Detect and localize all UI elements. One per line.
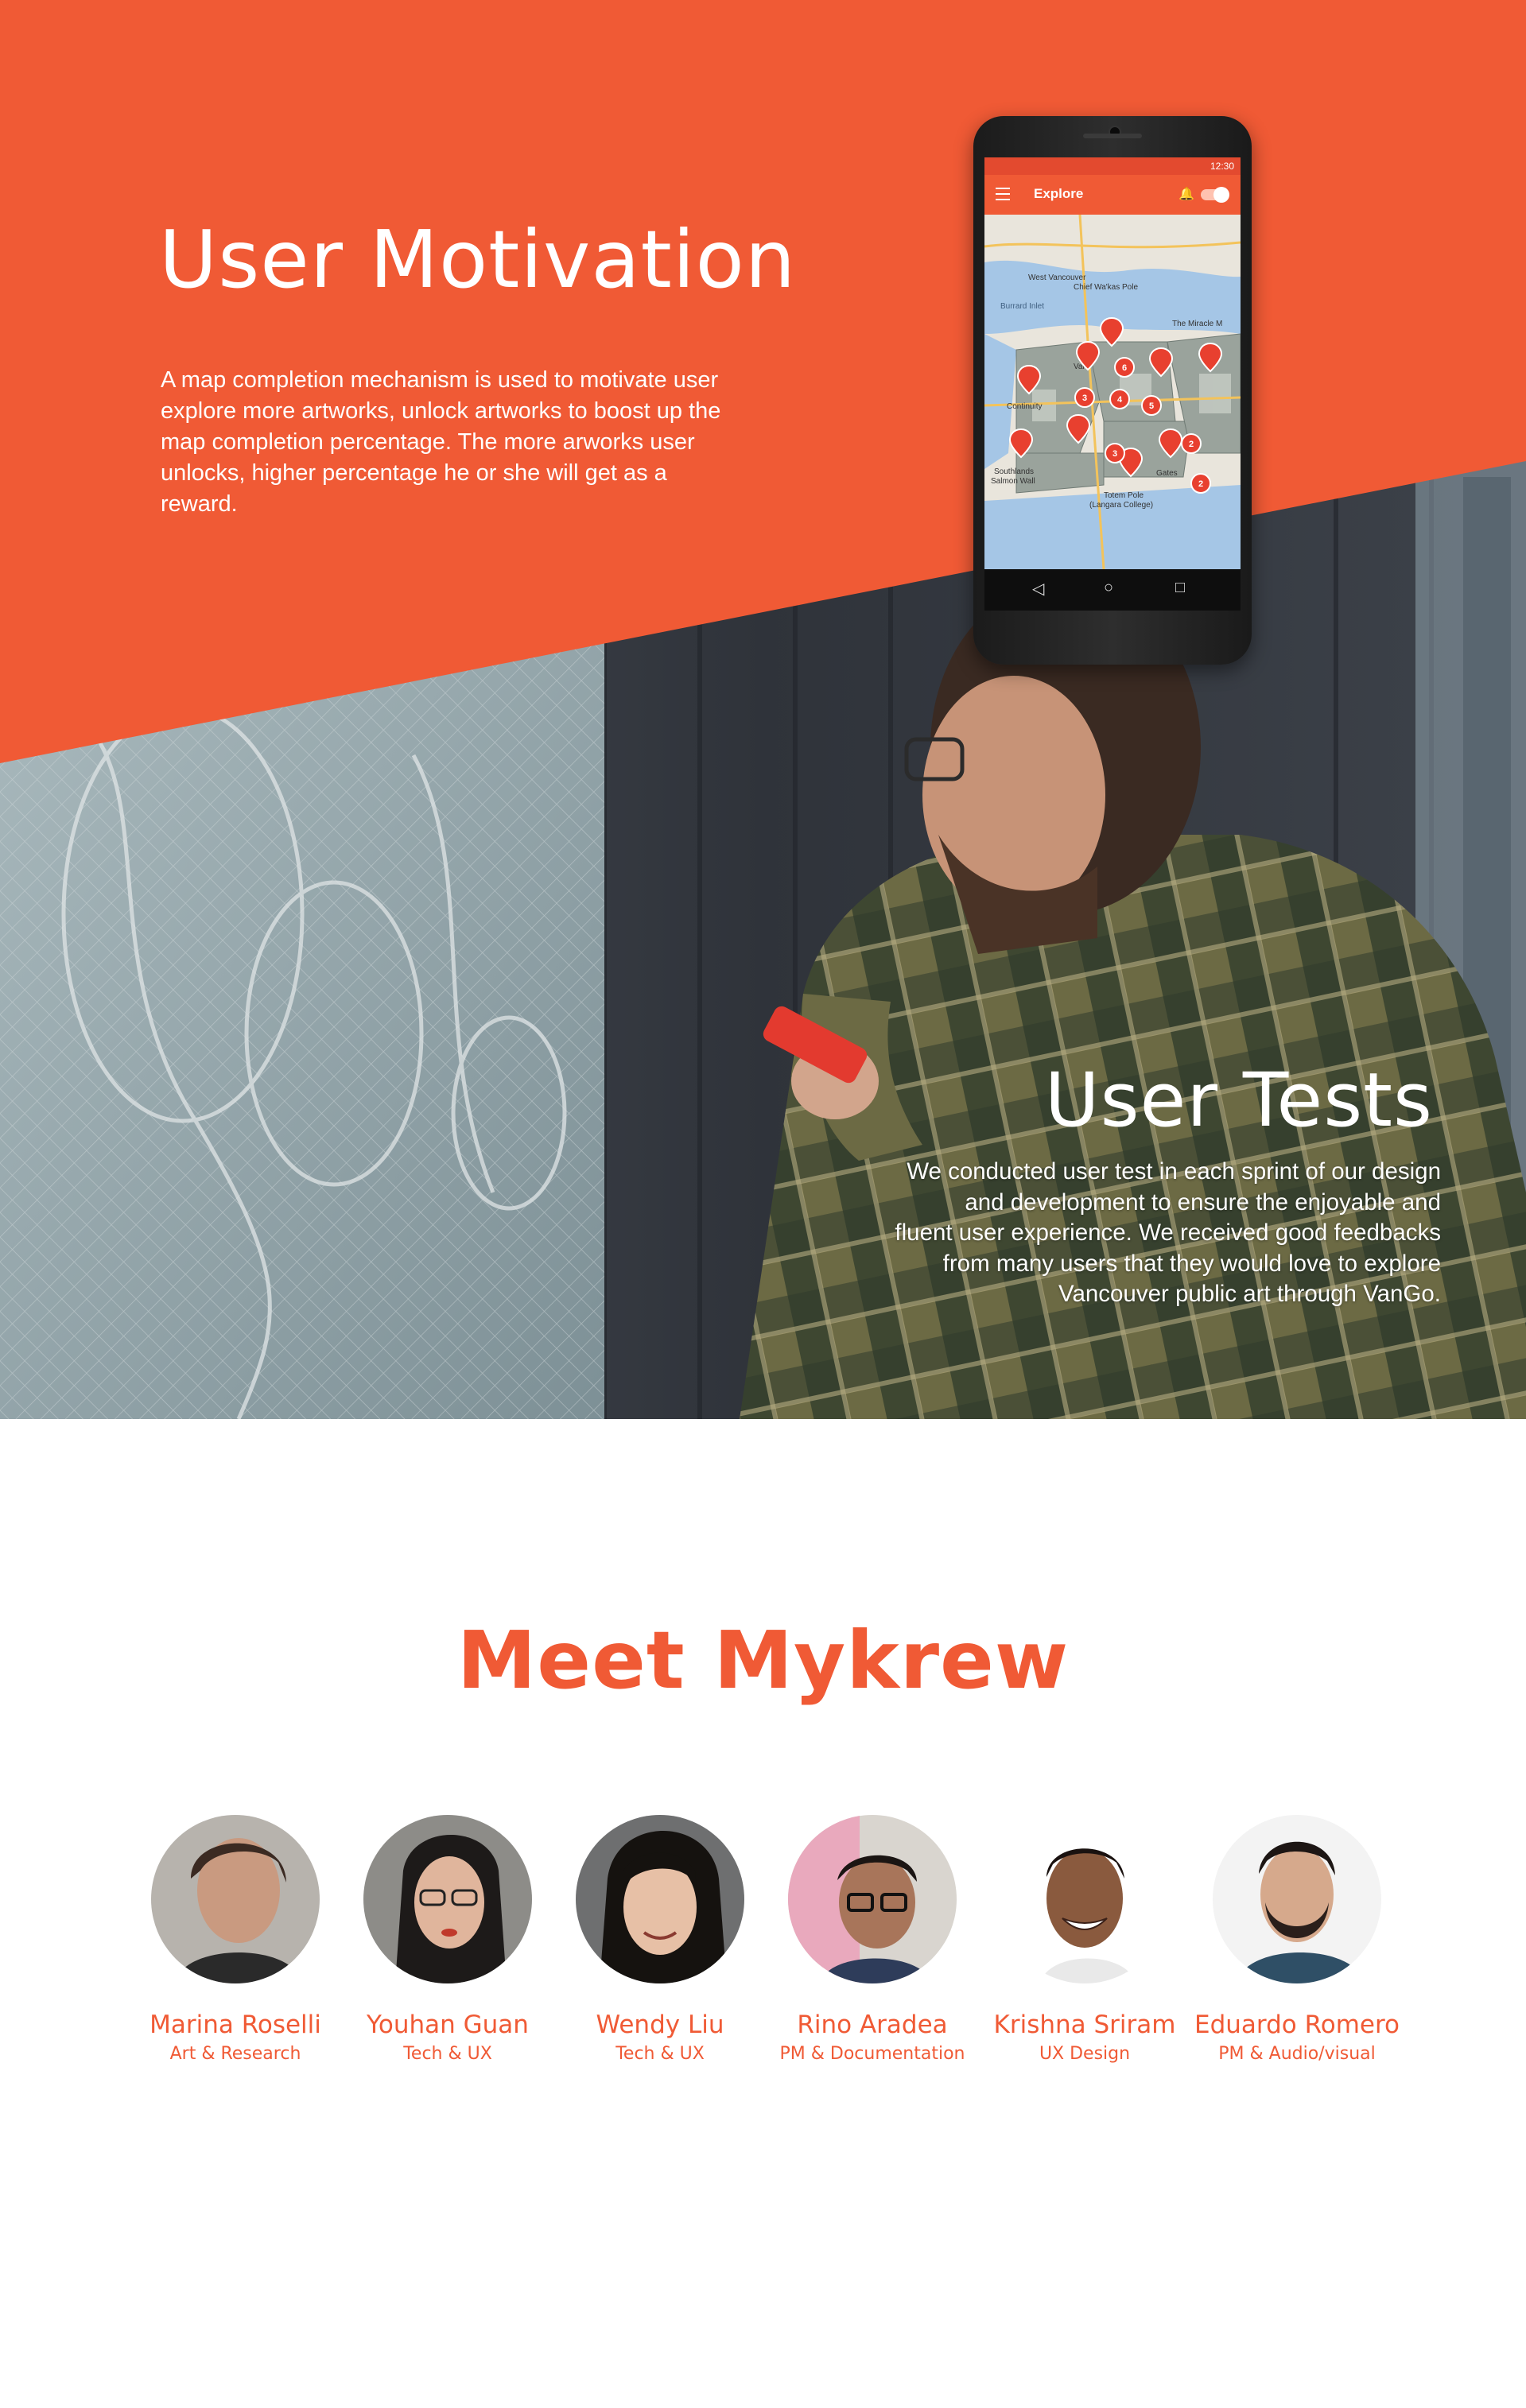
home-icon[interactable]: ○ (1104, 579, 1113, 597)
user-motivation-text: A map completion mechanism is used to mo… (161, 367, 721, 517)
member-role: Art & Research (169, 2044, 301, 2064)
user-motivation-title: User Motivation (159, 213, 797, 306)
member-role: UX Design (1039, 2044, 1131, 2064)
cluster-count: 6 (1122, 363, 1127, 373)
user-tests-line: We conducted user test in each sprint of… (907, 1158, 1441, 1185)
team-member: Wendy Liu Tech & UX (553, 1815, 767, 2064)
map-label: (Langara College) (1089, 501, 1153, 510)
member-name: Krishna Sriram (993, 2011, 1176, 2039)
avatar (576, 1815, 744, 1983)
member-name: Eduardo Romero (1194, 2011, 1400, 2039)
team-member: Youhan Guan Tech & UX (341, 1815, 554, 2064)
team-title: Meet Mykrew (456, 1614, 1070, 1707)
notification-bell-icon[interactable]: 🔔 (1178, 186, 1194, 202)
user-tests-line: fluent user experience. We received good… (895, 1220, 1441, 1246)
user-tests-text: We conducted user test in each sprint of… (837, 1157, 1441, 1310)
cluster-count: 2 (1189, 440, 1194, 449)
status-bar: 12:30 (984, 157, 1241, 175)
status-time: 12:30 (1210, 161, 1234, 172)
explore-map[interactable]: West Vancouver Chief Wa'kas Pole Burrard… (984, 215, 1241, 569)
user-tests-line: and development to ensure the enjoyable … (965, 1188, 1441, 1216)
map-label: The Miracle M (1172, 320, 1222, 328)
app-bar: Explore 🔔 (984, 175, 1241, 215)
member-name: Marina Roselli (149, 2011, 321, 2039)
user-tests-title: User Tests (1044, 1057, 1433, 1144)
phone-screen: 12:30 Explore 🔔 West Vancouver Chief Wa'… (984, 157, 1241, 611)
user-tests-line: Vancouver public art through VanGo. (1058, 1281, 1441, 1307)
team-member: Marina Roselli Art & Research (129, 1815, 342, 2064)
avatar (1213, 1815, 1381, 1983)
cluster-count: 3 (1112, 449, 1117, 459)
member-role: PM & Documentation (779, 2044, 965, 2064)
member-role: Tech & UX (615, 2044, 705, 2064)
app-title: Explore (1034, 186, 1084, 201)
map-label: Gates (1156, 469, 1178, 478)
map-toggle-switch[interactable] (1201, 187, 1229, 203)
phone-mockup: 12:30 Explore 🔔 West Vancouver Chief Wa'… (973, 116, 1252, 665)
recents-icon[interactable]: □ (1175, 579, 1185, 597)
phone-speaker (1083, 134, 1142, 138)
team-member: Eduardo Romero PM & Audio/visual (1190, 1815, 1404, 2064)
cluster-count: 5 (1149, 401, 1154, 411)
cluster-count: 3 (1082, 394, 1087, 403)
cluster-count: 2 (1198, 479, 1203, 489)
member-name: Youhan Guan (367, 2011, 529, 2039)
avatar (151, 1815, 320, 1983)
map-label: West Vancouver (1028, 273, 1086, 282)
avatar (363, 1815, 532, 1983)
back-icon[interactable]: ◁ (1032, 579, 1044, 599)
menu-icon[interactable] (996, 188, 1010, 200)
map-label: Burrard Inlet (1000, 302, 1044, 311)
map-label: Chief Wa'kas Pole (1074, 283, 1138, 292)
map-label: Continuity (1007, 402, 1042, 411)
member-role: Tech & UX (403, 2044, 492, 2064)
member-name: Rino Aradea (797, 2011, 948, 2039)
cluster-count: 4 (1117, 395, 1123, 405)
member-role: PM & Audio/visual (1218, 2044, 1376, 2064)
team-member: Krishna Sriram UX Design (978, 1815, 1191, 2064)
hero-section: User Motivation A map completion mechani… (0, 0, 1526, 1419)
map-label: Totem Pole (1104, 491, 1144, 500)
avatar (788, 1815, 957, 1983)
team-member: Rino Aradea PM & Documentation (766, 1815, 979, 2064)
map-label: Southlands (994, 467, 1034, 476)
user-tests-line: from many users that they would love to … (942, 1250, 1441, 1277)
avatar (1000, 1815, 1169, 1983)
member-name: Wendy Liu (596, 2011, 724, 2039)
map-label: Salmon Wall (991, 477, 1035, 486)
android-nav-bar: ◁ ○ □ (984, 569, 1241, 611)
page: User Motivation A map completion mechani… (0, 0, 1526, 2408)
